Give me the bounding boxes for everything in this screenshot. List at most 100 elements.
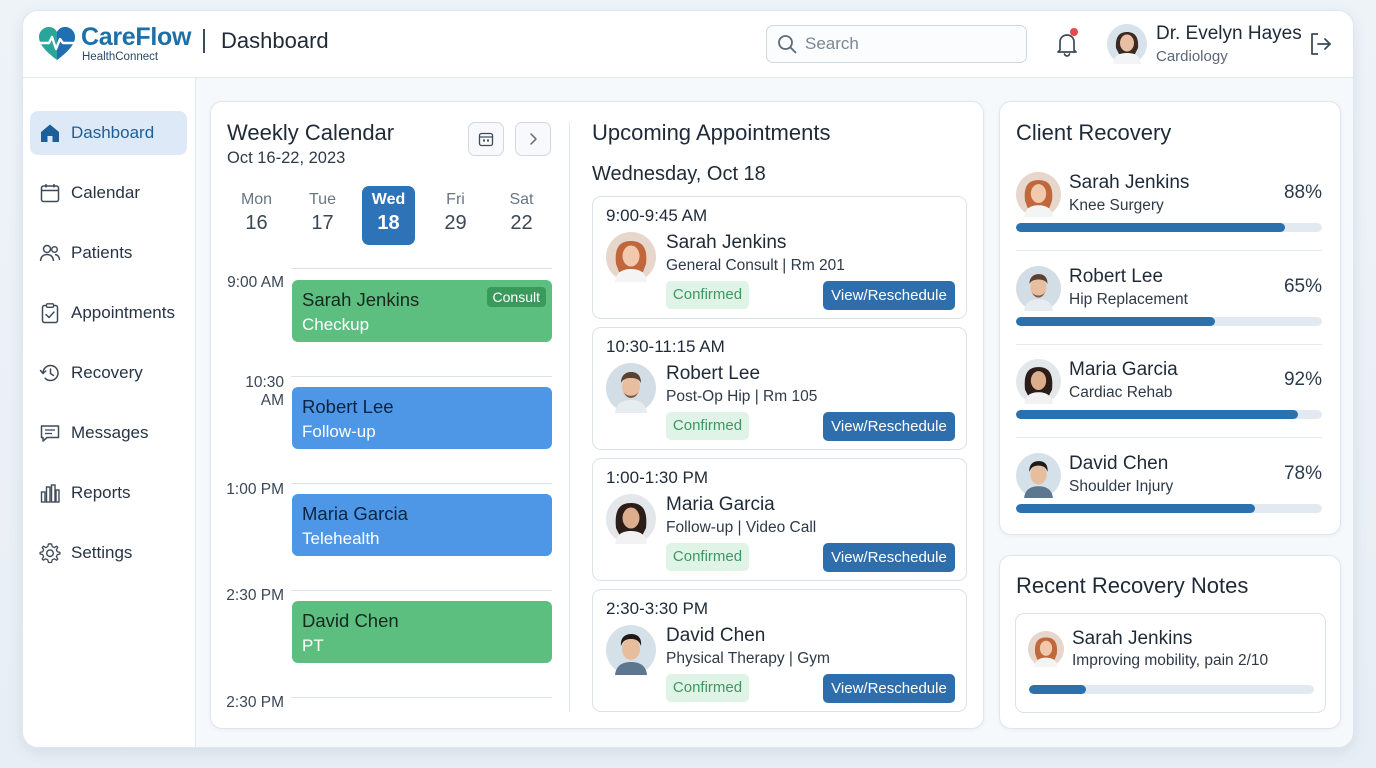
appointment-patient-name: David Chen [666, 625, 766, 646]
patient-avatar [606, 494, 656, 544]
patient-avatar [606, 625, 656, 675]
client-recovery-panel: Client Recovery Sarah Jenkins Knee Surge… [999, 101, 1341, 535]
day-name: Mon [240, 191, 273, 208]
day-wed[interactable]: Wed 18 [362, 186, 415, 245]
recovery-patient-name: Robert Lee [1069, 266, 1164, 287]
sidebar-item-label: Dashboard [71, 123, 155, 142]
brand-subtitle: HealthConnect [82, 51, 159, 63]
appointment-time: 1:00-1:30 PM [606, 468, 709, 487]
note-text: Improving mobility, pain 2/10 [1072, 652, 1269, 669]
chevron-right-icon [530, 133, 537, 145]
event-patient-name: David Chen [302, 610, 399, 631]
appointment-detail: Post-Op Hip | Rm 105 [666, 388, 818, 405]
recovery-row[interactable]: Maria Garcia Cardiac Rehab 92% [1016, 359, 1323, 452]
patient-avatar [1028, 631, 1064, 667]
next-week-button[interactable] [515, 122, 551, 156]
day-sat[interactable]: Sat 22 [495, 186, 548, 245]
recovery-progress-fill [1016, 410, 1298, 419]
sidebar-item-calendar[interactable]: Calendar [30, 171, 187, 215]
day-name: Fri [446, 191, 465, 208]
appointment-patient-name: Sarah Jenkins [666, 232, 787, 253]
sidebar-item-patients[interactable]: Patients [30, 231, 187, 275]
history-icon [39, 364, 59, 382]
patient-avatar [1016, 172, 1061, 217]
patient-avatar [1016, 359, 1061, 404]
calendar-event[interactable]: David Chen PT [292, 601, 552, 663]
panel-divider [569, 122, 570, 712]
time-label: 10:30 AM [245, 374, 284, 409]
upcoming-appointments-title: Upcoming Appointments [592, 120, 831, 145]
recovery-notes-title: Recent Recovery Notes [1016, 573, 1249, 598]
user-avatar[interactable] [1107, 24, 1147, 64]
day-number: 17 [311, 212, 334, 234]
home-icon [41, 124, 59, 142]
calendar-event[interactable]: Maria Garcia Telehealth [292, 494, 552, 556]
status-badge: Confirmed [666, 412, 749, 440]
view-reschedule-button[interactable]: View/Reschedule [823, 543, 955, 572]
top-header: CareFlow HealthConnect Dashboard Dr. Eve… [23, 11, 1353, 78]
recovery-patient-name: Maria Garcia [1069, 359, 1178, 380]
patients-icon [39, 244, 61, 262]
appointment-time: 10:30-11:15 AM [606, 337, 725, 356]
recovery-notes-panel: Recent Recovery Notes Sarah Jenkins Impr… [999, 555, 1341, 729]
status-badge: Confirmed [666, 543, 749, 571]
recovery-progress-bar [1016, 223, 1322, 232]
calendar-event[interactable]: Robert Lee Follow-up [292, 387, 552, 449]
recovery-row[interactable]: Sarah Jenkins Knee Surgery 88% [1016, 172, 1323, 265]
view-reschedule-button[interactable]: View/Reschedule [823, 674, 955, 703]
search-box[interactable] [766, 25, 1027, 63]
recovery-patient-name: Sarah Jenkins [1069, 172, 1190, 193]
gear-icon [39, 543, 61, 564]
page-title: Dashboard [221, 28, 329, 53]
note-progress-bar [1029, 685, 1314, 694]
user-role: Cardiology [1156, 48, 1228, 65]
recovery-percent: 78% [1283, 463, 1322, 484]
patient-avatar [1016, 453, 1061, 498]
recovery-patient-name: David Chen [1069, 453, 1169, 474]
weekly-calendar-title: Weekly Calendar [227, 120, 395, 145]
heart-pulse-logo-icon [38, 27, 76, 61]
appointment-card: 9:00-9:45 AM Sarah Jenkins General Consu… [592, 196, 967, 319]
appointment-card: 2:30-3:30 PM David Chen Physical Therapy… [592, 589, 967, 712]
sidebar-item-recovery[interactable]: Recovery [30, 351, 187, 395]
notification-dot [1070, 28, 1078, 36]
sidebar-item-reports[interactable]: Reports [30, 471, 187, 515]
calendar-picker-button[interactable] [468, 122, 504, 156]
event-type: Telehealth [302, 529, 380, 548]
time-grid-line [291, 268, 552, 269]
calendar-date-range: Oct 16-22, 2023 [227, 149, 346, 167]
sidebar-item-dashboard[interactable]: Dashboard [30, 111, 187, 155]
calendar-event[interactable]: Sarah Jenkins Checkup Consult [292, 280, 552, 342]
recovery-note-card[interactable]: Sarah Jenkins Improving mobility, pain 2… [1015, 613, 1326, 713]
patient-avatar [606, 363, 656, 413]
day-mon[interactable]: Mon 16 [230, 186, 283, 245]
search-icon [778, 35, 797, 54]
sidebar-item-settings[interactable]: Settings [30, 531, 187, 575]
recovery-row[interactable]: Robert Lee Hip Replacement 65% [1016, 266, 1323, 359]
recovery-percent: 88% [1283, 182, 1322, 203]
appointment-time: 2:30-3:30 PM [606, 599, 709, 618]
sidebar-item-label: Settings [71, 543, 133, 562]
recovery-row[interactable]: David Chen Shoulder Injury 78% [1016, 453, 1323, 546]
search-input[interactable] [805, 34, 1005, 54]
recovery-condition: Shoulder Injury [1069, 478, 1174, 495]
brand-logo[interactable]: CareFlow HealthConnect [37, 25, 191, 64]
recovery-percent: 65% [1283, 276, 1322, 297]
appointment-detail: Physical Therapy | Gym [666, 650, 830, 667]
day-fri[interactable]: Fri 29 [429, 186, 482, 245]
sidebar-item-messages[interactable]: Messages [30, 411, 187, 455]
recovery-progress-fill [1016, 223, 1286, 232]
time-label: 9:00 AM [227, 274, 284, 291]
sidebar-item-label: Calendar [71, 183, 140, 202]
view-reschedule-button[interactable]: View/Reschedule [823, 281, 955, 310]
logout-icon[interactable] [1308, 31, 1334, 57]
time-grid-line [291, 483, 552, 484]
day-number: 18 [377, 212, 400, 234]
day-tue[interactable]: Tue 17 [296, 186, 349, 245]
appointment-detail: Follow-up | Video Call [666, 519, 817, 536]
clipboard-check-icon [41, 303, 59, 324]
client-recovery-title: Client Recovery [1016, 120, 1172, 145]
sidebar-item-appointments[interactable]: Appointments [30, 291, 187, 335]
appointment-patient-name: Maria Garcia [666, 494, 775, 515]
view-reschedule-button[interactable]: View/Reschedule [823, 412, 955, 441]
